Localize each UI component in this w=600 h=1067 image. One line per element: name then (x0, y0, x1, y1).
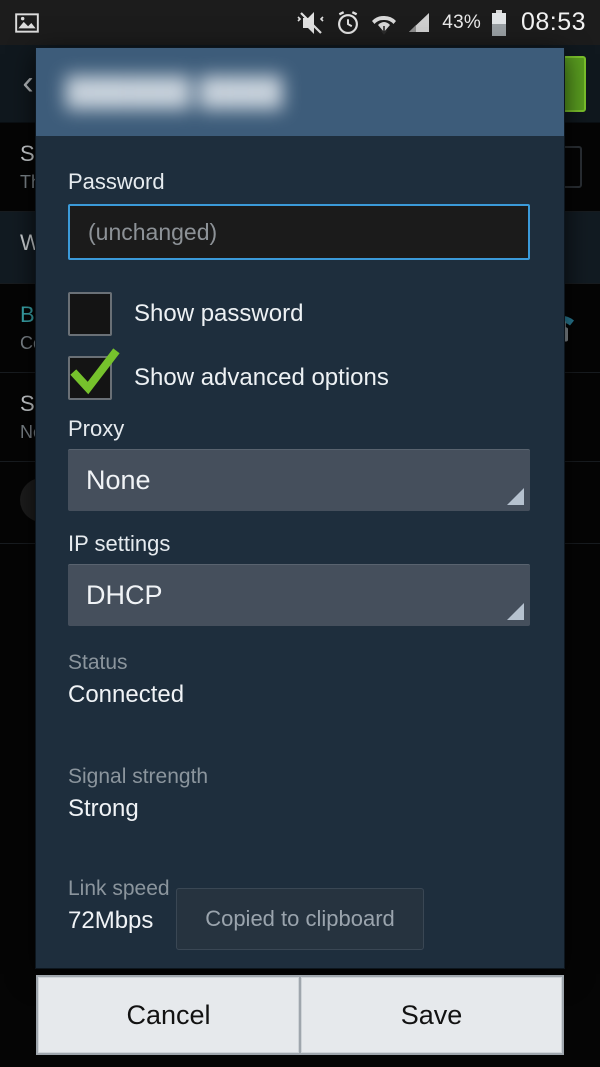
ip-settings-value: DHCP (86, 580, 163, 610)
show-password-label: Show password (134, 300, 304, 327)
password-input[interactable]: (unchanged) (68, 204, 530, 260)
spinner-triangle-icon (507, 603, 524, 620)
alarm-icon (335, 10, 361, 36)
status-bar-system-icons: 43% 08:53 (296, 8, 586, 37)
battery-icon (490, 9, 508, 37)
mute-vibrate-icon (296, 10, 326, 36)
status-bar-notifications (14, 10, 296, 36)
status-bar-clock: 08:53 (520, 8, 586, 36)
password-label: Password (68, 169, 165, 194)
status-value: Connected (68, 681, 185, 708)
image-icon (14, 10, 40, 36)
show-advanced-options-checkbox[interactable] (68, 348, 120, 400)
checkmark-icon (70, 348, 120, 395)
show-password-checkbox-row[interactable]: Show password (68, 286, 532, 342)
show-advanced-options-checkbox-row[interactable]: Show advanced options (68, 348, 532, 406)
spinner-triangle-icon (507, 488, 524, 505)
password-placeholder: (unchanged) (88, 218, 218, 245)
dialog-body: Password (unchanged) Show password Show … (36, 136, 564, 968)
dialog-header: ██████ ████ (36, 48, 564, 136)
dialog-button-bar: Cancel Save (36, 975, 564, 1055)
wifi-icon (370, 10, 398, 36)
ip-settings-spinner[interactable]: DHCP (68, 564, 530, 626)
toast-message: Copied to clipboard (205, 906, 395, 931)
status-label: Status (68, 651, 128, 674)
show-password-checkbox[interactable] (68, 292, 112, 336)
proxy-spinner[interactable]: None (68, 449, 530, 511)
signal-strength-block: Signal strength Strong (68, 762, 532, 826)
proxy-label: Proxy (68, 416, 125, 441)
battery-percent-label: 43% (442, 11, 481, 33)
status-block: Status Connected (68, 648, 532, 712)
dialog-title-redacted: ██████ ████ (66, 76, 284, 107)
phone-screen: 43% 08:53 ‹ Wi-Fi Smart network switch T… (0, 0, 600, 1067)
show-advanced-options-label: Show advanced options (134, 364, 389, 391)
save-button[interactable]: Save (301, 977, 562, 1053)
proxy-value: None (86, 465, 151, 495)
toast-notification: Copied to clipboard (176, 888, 424, 950)
signal-strength-value: Strong (68, 795, 139, 822)
ip-settings-label: IP settings (68, 531, 171, 556)
cancel-button[interactable]: Cancel (38, 977, 299, 1053)
wifi-network-dialog: ██████ ████ Password (unchanged) Show pa… (36, 48, 564, 968)
signal-strength-label: Signal strength (68, 765, 209, 788)
status-bar: 43% 08:53 (0, 0, 600, 45)
signal-icon (407, 10, 433, 36)
